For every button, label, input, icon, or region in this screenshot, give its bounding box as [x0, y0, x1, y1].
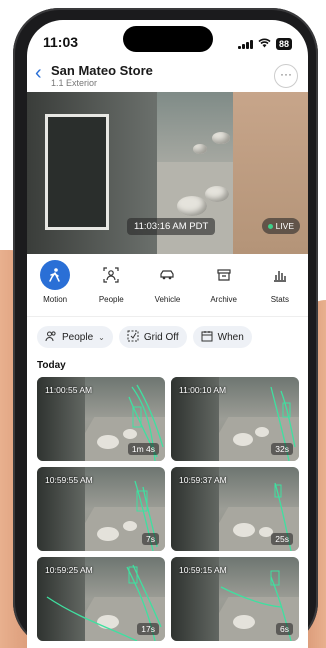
- live-badge: LIVE: [261, 218, 300, 234]
- clip-thumbnail[interactable]: 10:59:15 AM 6s: [171, 557, 299, 641]
- grid-toggle-label: Grid Off: [143, 331, 179, 343]
- clip-grid: 11:00:55 AM 1m 4s 11:00:10 AM 32s 10:59:…: [37, 377, 299, 641]
- chevron-down-icon: ⌄: [98, 332, 105, 342]
- when-filter-label: When: [217, 331, 244, 343]
- dynamic-island: [123, 26, 213, 52]
- clip-thumbnail[interactable]: 10:59:37 AM 25s: [171, 467, 299, 551]
- live-feed[interactable]: 11:03:16 AM PDT LIVE: [27, 92, 308, 254]
- clip-thumbnail[interactable]: 10:59:25 AM 17s: [37, 557, 165, 641]
- clip-time: 10:59:15 AM: [179, 565, 227, 575]
- clip-thumbnail[interactable]: 11:00:10 AM 32s: [171, 377, 299, 461]
- tool-label: Vehicle: [154, 295, 181, 304]
- clip-duration: 17s: [137, 623, 159, 635]
- clip-duration: 1m 4s: [127, 443, 159, 455]
- tool-label: Stats: [270, 295, 289, 304]
- camera-title: San Mateo Store: [51, 63, 153, 78]
- clip-duration: 6s: [276, 623, 293, 635]
- battery-icon: 88: [275, 38, 292, 50]
- live-label: LIVE: [275, 221, 294, 231]
- filter-bar: People ⌄ Grid Off When: [37, 326, 252, 348]
- when-filter-button[interactable]: When: [192, 326, 252, 348]
- people-filter-dropdown[interactable]: People ⌄: [37, 326, 113, 348]
- clip-time: 11:00:55 AM: [45, 385, 93, 395]
- clip-time: 10:59:37 AM: [179, 475, 227, 485]
- tool-label: People: [98, 295, 124, 304]
- signal-icon: [237, 39, 253, 49]
- camera-subtitle: 1.1 Exterior: [51, 78, 98, 88]
- section-title-today: Today: [37, 360, 66, 371]
- motion-icon: [40, 260, 71, 290]
- vehicle-icon: [152, 260, 182, 290]
- tool-archive[interactable]: Archive: [197, 256, 251, 316]
- camera-header: ‹ San Mateo Store 1.1 Exterior ···: [27, 62, 308, 92]
- live-dot-icon: [267, 224, 273, 230]
- wifi-icon: [258, 35, 271, 53]
- tool-vehicle[interactable]: Vehicle: [140, 256, 194, 316]
- tool-people[interactable]: People: [84, 256, 138, 316]
- clip-time: 11:00:10 AM: [179, 385, 227, 395]
- clip-thumbnail[interactable]: 11:00:55 AM 1m 4s: [37, 377, 165, 461]
- grid-toggle-button[interactable]: Grid Off: [118, 326, 187, 348]
- tool-label: Archive: [210, 295, 237, 304]
- grid-icon: [127, 330, 139, 345]
- clip-duration: 25s: [271, 533, 293, 545]
- feed-timestamp: 11:03:16 AM PDT: [127, 218, 216, 235]
- status-time: 11:03: [43, 34, 79, 50]
- clip-duration: 7s: [142, 533, 159, 545]
- people-filter-label: People: [62, 331, 94, 343]
- clip-duration: 32s: [271, 443, 293, 455]
- clip-time: 10:59:55 AM: [45, 475, 93, 485]
- tool-motion[interactable]: Motion: [28, 256, 82, 316]
- event-type-toolbar: Motion People Vehicle Archive Stats: [27, 256, 308, 317]
- tool-stats[interactable]: Stats: [253, 256, 307, 316]
- app-screen: 11:03 88 ‹ San Mateo Store 1.1 Exterior …: [27, 20, 308, 648]
- people-icon: [45, 330, 57, 345]
- bar-chart-icon: [265, 260, 295, 290]
- back-chevron-icon[interactable]: ‹: [35, 63, 42, 83]
- clip-thumbnail[interactable]: 10:59:55 AM 7s: [37, 467, 165, 551]
- more-options-button[interactable]: ···: [274, 64, 298, 88]
- clip-time: 10:59:25 AM: [45, 565, 93, 575]
- tool-label: Motion: [43, 295, 68, 304]
- status-icons: 88: [237, 35, 292, 53]
- person-scan-icon: [96, 260, 126, 290]
- archive-icon: [209, 260, 239, 290]
- calendar-icon: [201, 330, 213, 345]
